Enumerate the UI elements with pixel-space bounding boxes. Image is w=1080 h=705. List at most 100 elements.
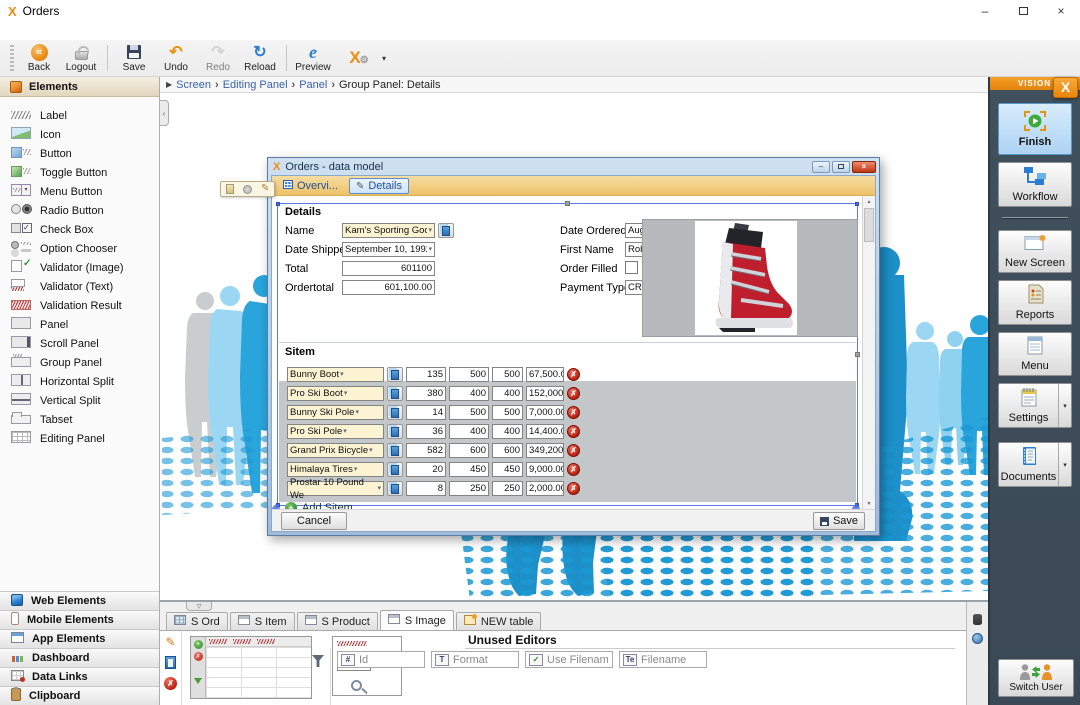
palette-item[interactable]: Check Box	[0, 220, 159, 239]
delete-row-button[interactable]	[567, 425, 580, 438]
sitem-total-field[interactable]: 349,200.00	[526, 443, 564, 458]
palette-item[interactable]: Group Panel	[0, 353, 159, 372]
sitem-price-field[interactable]: 400	[449, 424, 489, 439]
ordertotal-field[interactable]: 601,100.00	[342, 280, 435, 295]
palette-collapse-handle[interactable]	[160, 100, 169, 126]
table-tab[interactable]: S Product	[297, 612, 378, 630]
add-row-icon[interactable]	[194, 640, 203, 649]
palette-section-header[interactable]: Mobile Elements	[0, 610, 159, 629]
edit-pencil-icon[interactable]	[261, 184, 269, 194]
toolbar-button[interactable]: Logout	[60, 40, 102, 76]
palette-item[interactable]: Validation Result	[0, 296, 159, 315]
palette-header[interactable]: Elements	[0, 77, 159, 97]
palette-item[interactable]: Menu Button	[0, 182, 159, 201]
breadcrumb-link[interactable]: Panel	[299, 79, 327, 91]
delete-row-button[interactable]	[567, 387, 580, 400]
palette-item[interactable]: Vertical Split	[0, 391, 159, 410]
breadcrumb-link[interactable]: Screen	[176, 79, 211, 91]
close-icon[interactable]	[1042, 0, 1080, 22]
switch-user-button[interactable]: Switch User	[998, 659, 1074, 697]
name-lookup-button[interactable]	[438, 223, 454, 238]
menu-item[interactable]	[32, 29, 46, 33]
vision-button[interactable]: Workflow	[998, 162, 1072, 207]
palette-item[interactable]: Panel	[0, 315, 159, 334]
palette-section-header[interactable]: Clipboard	[0, 686, 159, 705]
delete-icon[interactable]	[164, 677, 177, 690]
sitem-total-field[interactable]: 7,000.00	[526, 405, 564, 420]
sitem-price-field[interactable]: 250	[449, 481, 489, 496]
database-icon[interactable]	[973, 614, 982, 625]
sitem-total-field[interactable]: 14,400.00	[526, 424, 564, 439]
delete-row-button[interactable]	[567, 368, 580, 381]
dialog-close-icon[interactable]	[852, 161, 876, 173]
vision-button[interactable]: New Screen	[998, 230, 1072, 273]
dialog-minimize-icon[interactable]	[812, 161, 830, 173]
breadcrumb-link[interactable]: Editing Panel	[223, 79, 288, 91]
notebook-icon[interactable]	[165, 656, 176, 669]
sitem-lookup-button[interactable]	[387, 462, 403, 477]
menu-item[interactable]	[46, 29, 60, 33]
dialog-title-bar[interactable]: Orders - data model	[268, 158, 879, 175]
unused-editor-chip[interactable]: # Id	[337, 651, 425, 668]
menu-item[interactable]	[18, 29, 32, 33]
name-select[interactable]: Kam's Sporting Good	[342, 223, 435, 238]
vision-button[interactable]: Menu	[998, 332, 1072, 376]
sitem-lookup-button[interactable]	[387, 386, 403, 401]
sitem-qty-field[interactable]: 20	[406, 462, 446, 477]
table-tab[interactable]: S Image	[380, 610, 454, 630]
vision-x-tab-icon[interactable]	[1053, 77, 1078, 98]
date-shipped-select[interactable]: September 10, 1992, 12:00	[342, 242, 435, 257]
panel-collapse-handle[interactable]	[186, 602, 212, 611]
toolbar-dropdown-caret[interactable]	[376, 54, 392, 63]
delete-row-button[interactable]	[567, 463, 580, 476]
palette-item[interactable]: Option Chooser	[0, 239, 159, 258]
delete-row-button[interactable]	[567, 406, 580, 419]
save-button[interactable]: Save	[813, 512, 865, 530]
sitem-price2-field[interactable]: 600	[492, 443, 523, 458]
edit-pencil-icon[interactable]	[165, 636, 175, 648]
sitem-price2-field[interactable]: 250	[492, 481, 523, 496]
menu-item[interactable]	[88, 29, 102, 33]
menu-item[interactable]	[4, 29, 18, 33]
sitem-price2-field[interactable]: 500	[492, 405, 523, 420]
sitem-lookup-button[interactable]	[387, 405, 403, 420]
sitem-qty-field[interactable]: 582	[406, 443, 446, 458]
vision-x-menu-button[interactable]	[334, 40, 376, 76]
sitem-qty-field[interactable]: 135	[406, 367, 446, 382]
palette-section-header[interactable]: Dashboard	[0, 648, 159, 667]
swatch-icon[interactable]	[226, 184, 234, 194]
unused-editor-chip[interactable]: T Format	[431, 651, 519, 668]
toolbar-button[interactable]: Redo	[197, 40, 239, 76]
toolbar-button[interactable]: Undo	[155, 40, 197, 76]
palette-item[interactable]: Editing Panel	[0, 429, 159, 448]
sitem-product-select[interactable]: Grand Prix Bicycle	[287, 443, 384, 458]
toolbar-button[interactable]: Save	[113, 40, 155, 76]
sitem-price-field[interactable]: 600	[449, 443, 489, 458]
palette-item[interactable]: Toggle Button	[0, 163, 159, 182]
dialog-maximize-icon[interactable]	[832, 161, 850, 173]
menu-item[interactable]	[74, 29, 88, 33]
table-widget-preview[interactable]	[190, 636, 312, 699]
sitem-lookup-button[interactable]	[387, 443, 403, 458]
dialog-tab[interactable]: Overvi...	[277, 178, 344, 194]
sitem-product-select[interactable]: Bunny Boot	[287, 367, 384, 382]
toolbar-button[interactable]: Preview	[292, 40, 334, 76]
sitem-total-field[interactable]: 152,000.00	[526, 386, 564, 401]
sitem-qty-field[interactable]: 380	[406, 386, 446, 401]
scroll-up-icon[interactable]	[863, 196, 875, 207]
scroll-down-icon[interactable]	[863, 498, 875, 509]
palette-section-header[interactable]: Data Links	[0, 667, 159, 686]
cancel-button[interactable]: Cancel	[281, 512, 347, 530]
sitem-qty-field[interactable]: 8	[406, 481, 446, 496]
sitem-price-field[interactable]: 400	[449, 386, 489, 401]
sitem-lookup-button[interactable]	[387, 481, 403, 496]
minimize-icon[interactable]	[966, 0, 1004, 22]
unused-editor-chip[interactable]: Te Filename	[619, 651, 707, 668]
toolbar-button[interactable]: Reload	[239, 40, 281, 76]
vision-button[interactable]: Reports	[998, 280, 1072, 325]
sitem-price-field[interactable]: 500	[449, 405, 489, 420]
sitem-qty-field[interactable]: 14	[406, 405, 446, 420]
sitem-price-field[interactable]: 450	[449, 462, 489, 477]
sitem-price-field[interactable]: 500	[449, 367, 489, 382]
sitem-product-select[interactable]: Bunny Ski Pole	[287, 405, 384, 420]
